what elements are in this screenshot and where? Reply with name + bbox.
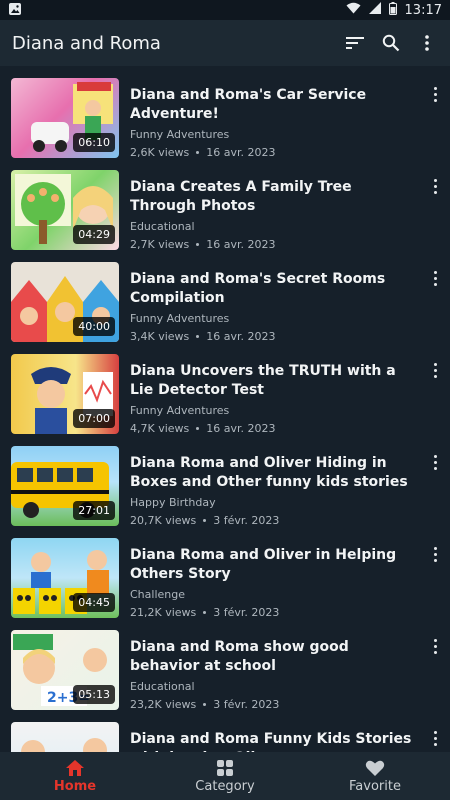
video-list-item[interactable]: 06:10 Diana and Roma's Car Service Adven… xyxy=(0,66,450,159)
separator-dot xyxy=(196,427,200,430)
status-time: 13:17 xyxy=(404,2,442,18)
video-list[interactable]: 06:10 Diana and Roma's Car Service Adven… xyxy=(0,66,450,752)
separator-dot xyxy=(196,335,200,338)
video-title[interactable]: Diana Uncovers the TRUTH with a Lie Dete… xyxy=(130,362,415,400)
separator-dot xyxy=(196,151,200,154)
video-title[interactable]: Diana Roma and Oliver in Helping Others … xyxy=(130,546,415,584)
video-category: Funny Adventures xyxy=(130,128,230,141)
sort-icon xyxy=(346,37,364,49)
heart-icon xyxy=(365,760,385,776)
separator-dot xyxy=(203,519,207,522)
video-thumbnail[interactable]: 07:00 xyxy=(11,354,119,434)
video-category: Educational xyxy=(130,220,195,233)
video-list-item[interactable]: Diana and Roma Funny Kids Stories with b… xyxy=(0,710,450,752)
video-list-item[interactable]: 04:45 Diana Roma and Oliver in Helping O… xyxy=(0,526,450,619)
video-list-item[interactable]: 2+3= 05:13 Diana and Roma show good beha… xyxy=(0,618,450,711)
overflow-menu-button[interactable] xyxy=(416,32,438,54)
video-category: Funny Adventures xyxy=(130,404,230,417)
search-button[interactable] xyxy=(380,32,402,54)
video-title[interactable]: Diana Creates A Family Tree Through Phot… xyxy=(130,178,415,216)
bottom-nav: Home Category Favorite xyxy=(0,752,450,800)
video-title[interactable]: Diana and Roma show good behavior at sch… xyxy=(130,638,415,676)
video-list-item[interactable]: 27:01 Diana Roma and Oliver Hiding in Bo… xyxy=(0,434,450,527)
sort-button[interactable] xyxy=(344,32,366,54)
search-icon xyxy=(382,34,400,52)
nav-home[interactable]: Home xyxy=(0,752,150,800)
video-thumbnail[interactable]: 04:29 xyxy=(11,170,119,250)
video-thumbnail[interactable]: 04:45 xyxy=(11,538,119,618)
video-more-button[interactable] xyxy=(428,268,442,288)
video-duration: 07:00 xyxy=(73,409,115,428)
app-title: Diana and Roma xyxy=(12,32,161,54)
battery-icon xyxy=(388,1,397,19)
wifi-icon xyxy=(346,2,361,18)
video-category: Educational xyxy=(130,680,195,693)
video-more-button[interactable] xyxy=(428,728,442,748)
video-duration: 05:13 xyxy=(73,685,115,704)
nav-home-label: Home xyxy=(53,778,97,794)
video-duration: 27:01 xyxy=(73,501,115,520)
video-category: Challenge xyxy=(130,588,185,601)
video-title[interactable]: Diana and Roma Funny Kids Stories with b… xyxy=(130,730,415,752)
video-more-button[interactable] xyxy=(428,452,442,472)
video-more-button[interactable] xyxy=(428,544,442,564)
video-duration: 06:10 xyxy=(73,133,115,152)
status-bar: 13:17 xyxy=(0,0,450,20)
nav-category-label: Category xyxy=(195,778,255,794)
video-thumbnail[interactable]: 27:01 xyxy=(11,446,119,526)
grid-icon xyxy=(217,759,233,776)
video-list-item[interactable]: 04:29 Diana Creates A Family Tree Throug… xyxy=(0,158,450,251)
video-title[interactable]: Diana Roma and Oliver Hiding in Boxes an… xyxy=(130,454,415,492)
video-duration: 40:00 xyxy=(73,317,115,336)
separator-dot xyxy=(203,703,207,706)
video-more-button[interactable] xyxy=(428,176,442,196)
more-vert-icon xyxy=(425,35,429,51)
video-title[interactable]: Diana and Roma's Secret Rooms Compilatio… xyxy=(130,270,415,308)
video-more-button[interactable] xyxy=(428,360,442,380)
video-thumbnail[interactable]: 40:00 xyxy=(11,262,119,342)
video-more-button[interactable] xyxy=(428,84,442,104)
video-list-item[interactable]: 07:00 Diana Uncovers the TRUTH with a Li… xyxy=(0,342,450,435)
video-title[interactable]: Diana and Roma's Car Service Adventure! xyxy=(130,86,415,124)
separator-dot xyxy=(203,611,207,614)
video-thumbnail[interactable]: 2+3= 05:13 xyxy=(11,630,119,710)
nav-favorite-label: Favorite xyxy=(349,778,401,794)
home-icon xyxy=(66,759,84,776)
separator-dot xyxy=(196,243,200,246)
video-thumbnail[interactable]: 06:10 xyxy=(11,78,119,158)
video-list-item[interactable]: 40:00 Diana and Roma's Secret Rooms Comp… xyxy=(0,250,450,343)
video-category: Funny Adventures xyxy=(130,312,230,325)
video-duration: 04:45 xyxy=(73,593,115,612)
gallery-notification-icon xyxy=(8,1,22,20)
nav-favorite[interactable]: Favorite xyxy=(300,752,450,800)
video-duration: 04:29 xyxy=(73,225,115,244)
signal-icon xyxy=(368,2,381,18)
video-more-button[interactable] xyxy=(428,636,442,656)
app-bar: Diana and Roma xyxy=(0,20,450,66)
nav-category[interactable]: Category xyxy=(150,752,300,800)
video-category: Happy Birthday xyxy=(130,496,216,509)
video-thumbnail[interactable] xyxy=(11,722,119,752)
